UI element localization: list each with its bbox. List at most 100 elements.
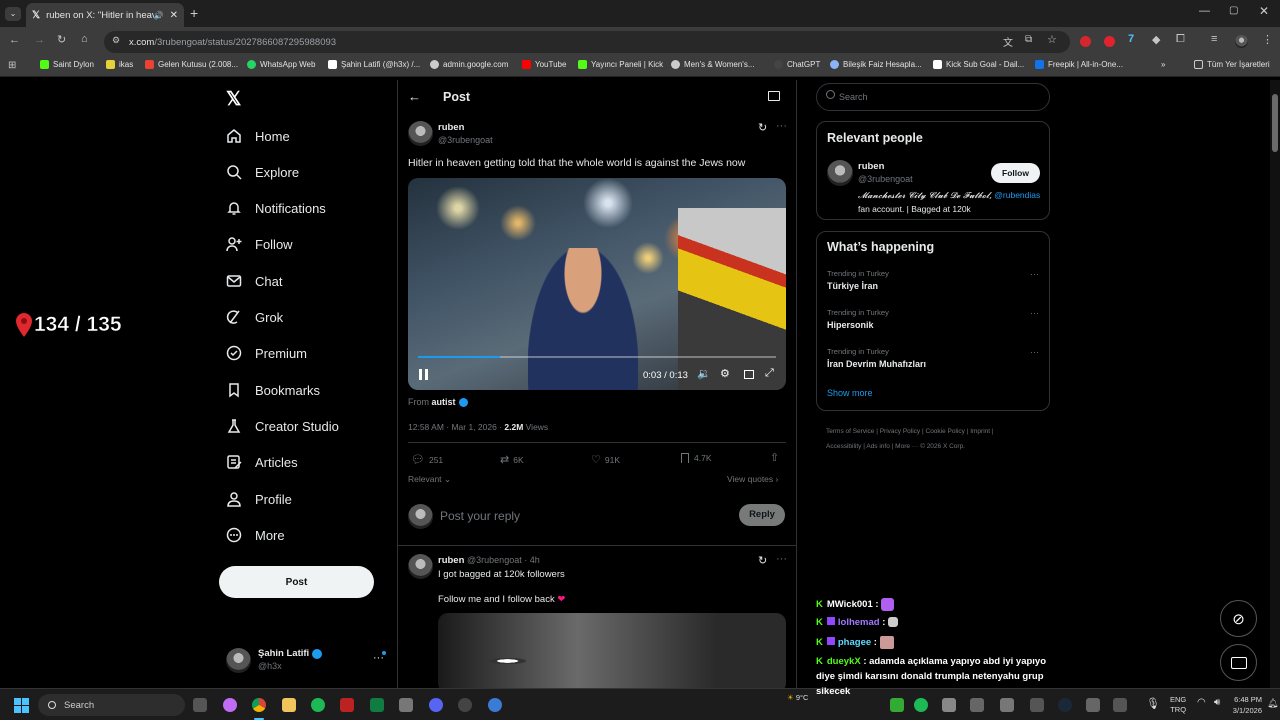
nav-creator-studio[interactable]: Creator Studio bbox=[226, 416, 339, 436]
minimize-icon[interactable]: — bbox=[1199, 5, 1210, 17]
pause-icon[interactable] bbox=[419, 369, 428, 380]
extensions-icon[interactable]: ⧠ bbox=[1176, 33, 1185, 46]
bookmark-item[interactable]: Şahin Latifi (@h3x) /... bbox=[328, 60, 420, 69]
browser-menu-icon[interactable]: ⋮ bbox=[1262, 33, 1273, 46]
extension-diamond-icon[interactable]: ◆ bbox=[1152, 33, 1160, 46]
relevant-avatar[interactable] bbox=[827, 160, 853, 186]
bookmark-item[interactable]: Men's & Women's... bbox=[671, 60, 754, 69]
author-handle[interactable]: @3rubengoat bbox=[438, 135, 493, 145]
wifi-icon[interactable]: ◠ bbox=[1197, 697, 1206, 708]
nav-bookmarks[interactable]: Bookmarks bbox=[226, 380, 320, 400]
nav-follow[interactable]: Follow bbox=[226, 234, 293, 254]
footer-link[interactable]: Privacy Policy bbox=[880, 428, 920, 435]
address-bar[interactable]: x.com/3rubengoat/status/2027866087295988… bbox=[104, 31, 1070, 53]
windows-start-icon[interactable] bbox=[14, 698, 29, 713]
settings-gear-icon[interactable]: ⚙ bbox=[720, 367, 730, 380]
fullscreen-icon[interactable]: ⤢ bbox=[765, 367, 774, 380]
bookmark-item[interactable]: ChatGPT bbox=[774, 60, 820, 69]
volume-icon[interactable]: 🔊︎ bbox=[1214, 697, 1220, 708]
sort-dropdown[interactable]: Relevant ⌄ bbox=[408, 474, 451, 485]
copilot-icon[interactable] bbox=[223, 698, 237, 712]
trend-item[interactable]: Trending in Turkey İran Devrim Muhafızlar… bbox=[827, 347, 1041, 369]
nav-profile[interactable]: Profile bbox=[226, 489, 292, 509]
tray-icon[interactable] bbox=[1086, 698, 1100, 712]
bookmark-item[interactable]: admin.google.com bbox=[430, 60, 508, 69]
follow-button[interactable]: Follow bbox=[991, 163, 1040, 183]
new-tab-icon[interactable]: + bbox=[190, 5, 198, 21]
excel-icon[interactable] bbox=[370, 698, 384, 712]
home-icon[interactable]: ⌂ bbox=[81, 33, 88, 45]
from-account-link[interactable]: autist bbox=[432, 397, 456, 407]
clock[interactable]: 6:48 PM 3/1/2026 bbox=[1232, 694, 1262, 716]
trend-more-icon[interactable]: ··· bbox=[1030, 269, 1039, 279]
x-logo-icon[interactable]: 𝕏 bbox=[226, 88, 241, 111]
apps-grid-icon[interactable]: ⊞ bbox=[8, 60, 16, 71]
extension-seven-icon[interactable]: 7 bbox=[1128, 33, 1134, 45]
footer-link[interactable]: Imprint bbox=[970, 428, 990, 435]
nav-articles[interactable]: Articles bbox=[226, 452, 298, 472]
taskbar-app-icon[interactable] bbox=[399, 698, 413, 712]
grok-explain-icon[interactable]: ↻ bbox=[758, 121, 767, 134]
extension-shield-icon[interactable] bbox=[1104, 36, 1115, 47]
trend-more-icon[interactable]: ··· bbox=[1030, 308, 1039, 318]
nav-explore[interactable]: Explore bbox=[226, 162, 299, 182]
footer-link[interactable]: More ··· bbox=[895, 443, 918, 450]
account-switcher[interactable]: Şahin Latifi @h3x ··· bbox=[226, 648, 386, 674]
reply-action[interactable]: 💬︎ 251 bbox=[411, 453, 443, 466]
back-icon[interactable]: ← bbox=[9, 34, 20, 46]
trend-more-icon[interactable]: ··· bbox=[1030, 347, 1039, 357]
back-arrow-icon[interactable]: ← bbox=[408, 89, 421, 104]
trend-item[interactable]: Trending in Turkey Türkiye İran bbox=[827, 269, 1041, 291]
tray-icon[interactable] bbox=[970, 698, 984, 712]
tray-icon[interactable] bbox=[1030, 698, 1044, 712]
grok-explain-icon[interactable]: ↻ bbox=[758, 554, 767, 567]
nav-notifications[interactable]: Notifications bbox=[226, 198, 326, 218]
reply-author-avatar[interactable] bbox=[408, 554, 433, 579]
steam-icon[interactable] bbox=[1058, 698, 1072, 712]
extension-red-icon[interactable] bbox=[1080, 36, 1091, 47]
profile-avatar-icon[interactable] bbox=[1235, 35, 1248, 48]
grok-fab[interactable]: ⊘ bbox=[1220, 600, 1257, 637]
messages-fab[interactable] bbox=[1220, 644, 1257, 681]
obs-icon[interactable] bbox=[458, 698, 472, 712]
footer-link[interactable]: Ads info bbox=[866, 443, 890, 450]
chrome-icon[interactable] bbox=[252, 698, 266, 712]
discord-icon[interactable] bbox=[429, 698, 443, 712]
language-indicator[interactable]: ENG TRQ bbox=[1170, 695, 1186, 715]
taskbar-app-icon[interactable] bbox=[488, 698, 502, 712]
volume-icon[interactable]: 🔉 bbox=[697, 367, 711, 380]
nav-more[interactable]: More bbox=[226, 525, 285, 545]
bookmark-item[interactable]: Kick Sub Goal - Dail... bbox=[933, 60, 1024, 69]
microphone-icon[interactable]: 🎙︎ bbox=[1146, 697, 1160, 710]
taskbar-app-icon[interactable] bbox=[340, 698, 354, 712]
file-explorer-icon[interactable] bbox=[282, 698, 296, 712]
share-icon[interactable]: ⇧ bbox=[770, 451, 779, 464]
bookmark-item[interactable]: Freepik | All-in-One... bbox=[1035, 60, 1123, 69]
picture-in-picture-icon[interactable] bbox=[744, 370, 754, 379]
install-icon[interactable]: ⧉ bbox=[1025, 34, 1032, 45]
forward-icon[interactable]: → bbox=[34, 34, 45, 46]
reply-button[interactable]: Reply bbox=[739, 504, 785, 526]
close-tab-icon[interactable]: ✕ bbox=[170, 10, 178, 21]
bookmark-action[interactable]: 4.7K bbox=[681, 453, 712, 463]
browser-tab[interactable]: 𝕏 ruben on X: "Hitler in heave 🔊 ✕ bbox=[26, 3, 184, 27]
bookmarks-overflow-icon[interactable]: » bbox=[1161, 60, 1165, 69]
footer-link[interactable]: Terms of Service bbox=[826, 428, 874, 435]
task-view-icon[interactable] bbox=[193, 698, 207, 712]
site-info-icon[interactable]: ⚙ bbox=[112, 35, 120, 46]
like-action[interactable]: ♡ 91K bbox=[591, 453, 620, 466]
maximize-icon[interactable]: ▢ bbox=[1229, 5, 1238, 16]
spotify-icon[interactable] bbox=[311, 698, 325, 712]
search-box[interactable]: Search bbox=[816, 83, 1050, 111]
tray-icon[interactable] bbox=[890, 698, 904, 712]
nav-premium[interactable]: Premium bbox=[226, 343, 307, 363]
bookmark-item[interactable]: YouTube bbox=[522, 60, 566, 69]
speaker-icon[interactable]: 🔊 bbox=[154, 11, 164, 20]
reply-author-name[interactable]: ruben bbox=[438, 555, 464, 566]
tray-icon[interactable] bbox=[1113, 698, 1127, 712]
relevant-handle[interactable]: @3rubengoat bbox=[858, 174, 913, 184]
tweet-timestamp[interactable]: 12:58 AM · Mar 1, 2026 · bbox=[408, 422, 504, 432]
more-options-icon[interactable]: ··· bbox=[776, 120, 787, 132]
reader-view-icon[interactable] bbox=[768, 91, 780, 101]
view-quotes-link[interactable]: View quotes › bbox=[727, 474, 778, 484]
